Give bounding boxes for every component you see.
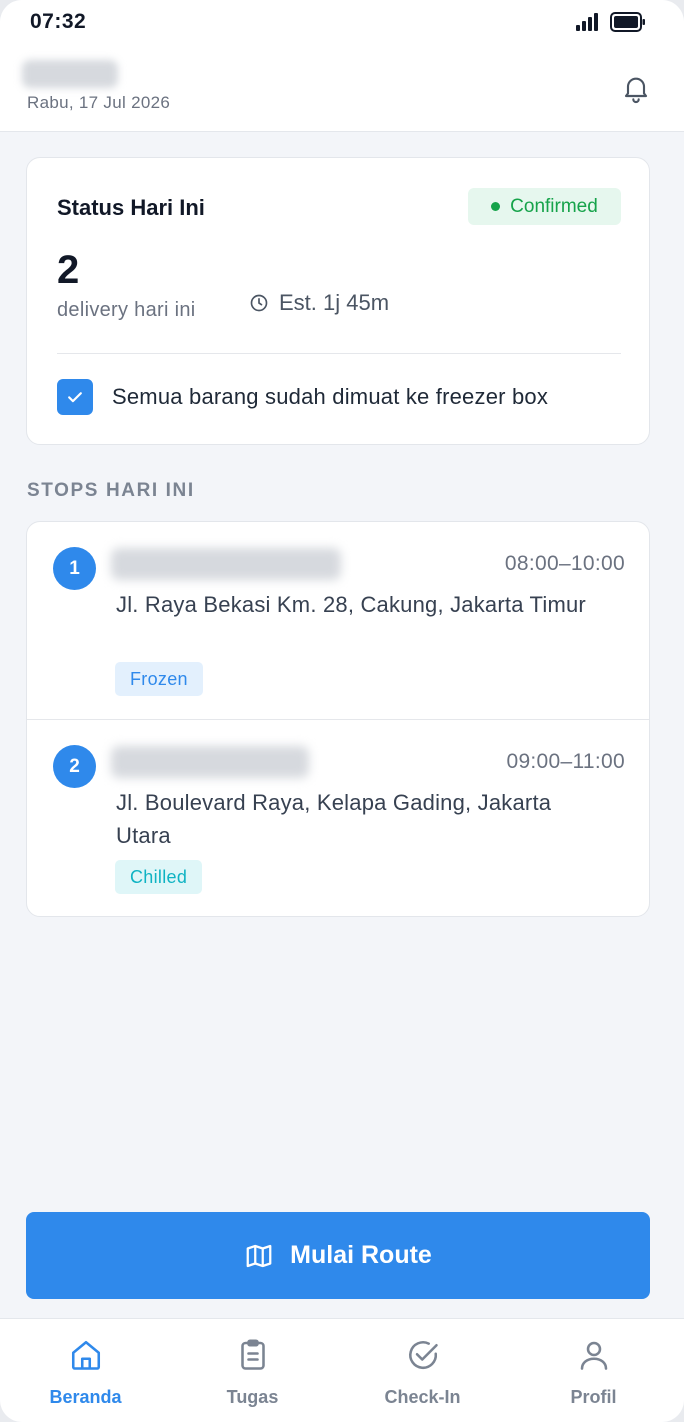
status-badge-label: Confirmed [510,195,598,217]
stop-number: 1 [53,547,96,590]
user-icon [580,1341,607,1370]
nav-item-beranda[interactable]: Beranda [0,1319,171,1422]
status-time: 07:32 [30,10,87,33]
battery-icon [610,12,645,32]
nav-item-check-in[interactable]: Check-In [337,1319,508,1422]
nav-label: Beranda [49,1387,122,1407]
nav-label: Check-In [384,1387,461,1407]
stops-list: 1 08:00–10:00 Jl. Raya Bekasi Km. 28, Ca… [26,521,650,917]
divider [57,353,621,354]
status-dot-icon [491,202,501,211]
status-badge: Confirmed [468,188,621,225]
stop-time-window: 08:00–10:00 [504,552,625,575]
checkmark-icon [68,392,82,403]
stops-section-title: STOPS HARI INI [27,480,195,501]
status-bar: 07:32 [0,0,684,46]
estimate-time: Est. 1j 45m [249,290,389,316]
start-route-label: Mulai Route [290,1241,432,1269]
estimate-label: Est. 1j 45m [279,290,390,315]
app-screen: 07:32 Rabu, 17 Jul 2026 Status Hari Ini … [0,0,684,1422]
bell-icon[interactable] [620,72,652,104]
clock-icon [250,294,268,312]
user-name-redacted [22,60,118,88]
stop-address: Jl. Raya Bekasi Km. 28, Cakung, Jakarta … [116,592,586,617]
stop-name-redacted [111,548,341,580]
nav-item-tugas[interactable]: Tugas [167,1319,338,1422]
temperature-tag: Chilled [115,860,203,894]
stop-item[interactable]: 1 08:00–10:00 Jl. Raya Bekasi Km. 28, Ca… [27,522,649,719]
stop-number: 2 [53,745,96,788]
status-card: Status Hari Ini Confirmed 2 delivery har… [26,157,650,445]
loaded-checkbox-label[interactable]: Semua barang sudah dimuat ke freezer box [112,384,548,410]
map-icon [246,1244,272,1267]
stop-name-redacted [111,746,309,778]
delivery-count-label: delivery hari ini [57,299,196,321]
check-circle-icon [408,1341,438,1370]
stop-time-window: 09:00–11:00 [506,750,625,773]
nav-item-profil[interactable]: Profil [508,1319,679,1422]
clipboard-icon [240,1339,265,1370]
temperature-tag: Frozen [115,662,203,696]
app-header: Rabu, 17 Jul 2026 [0,46,684,132]
delivery-count: 2 [57,248,80,292]
loaded-checkbox[interactable] [57,379,93,415]
start-route-button[interactable]: Mulai Route [26,1212,650,1299]
header-date: Rabu, 17 Jul 2026 [27,93,171,112]
stop-item[interactable]: 2 09:00–11:00 Jl. Boulevard Raya, Kelapa… [27,719,649,916]
signal-icon [576,13,598,31]
status-card-title: Status Hari Ini [57,195,205,220]
nav-label: Tugas [226,1387,279,1407]
nav-label: Profil [570,1387,617,1407]
home-icon [71,1340,100,1370]
bottom-nav: Beranda Tugas Check-In Profil [0,1318,684,1422]
stop-address: Jl. Boulevard Raya, Kelapa Gading, Jakar… [116,790,552,848]
